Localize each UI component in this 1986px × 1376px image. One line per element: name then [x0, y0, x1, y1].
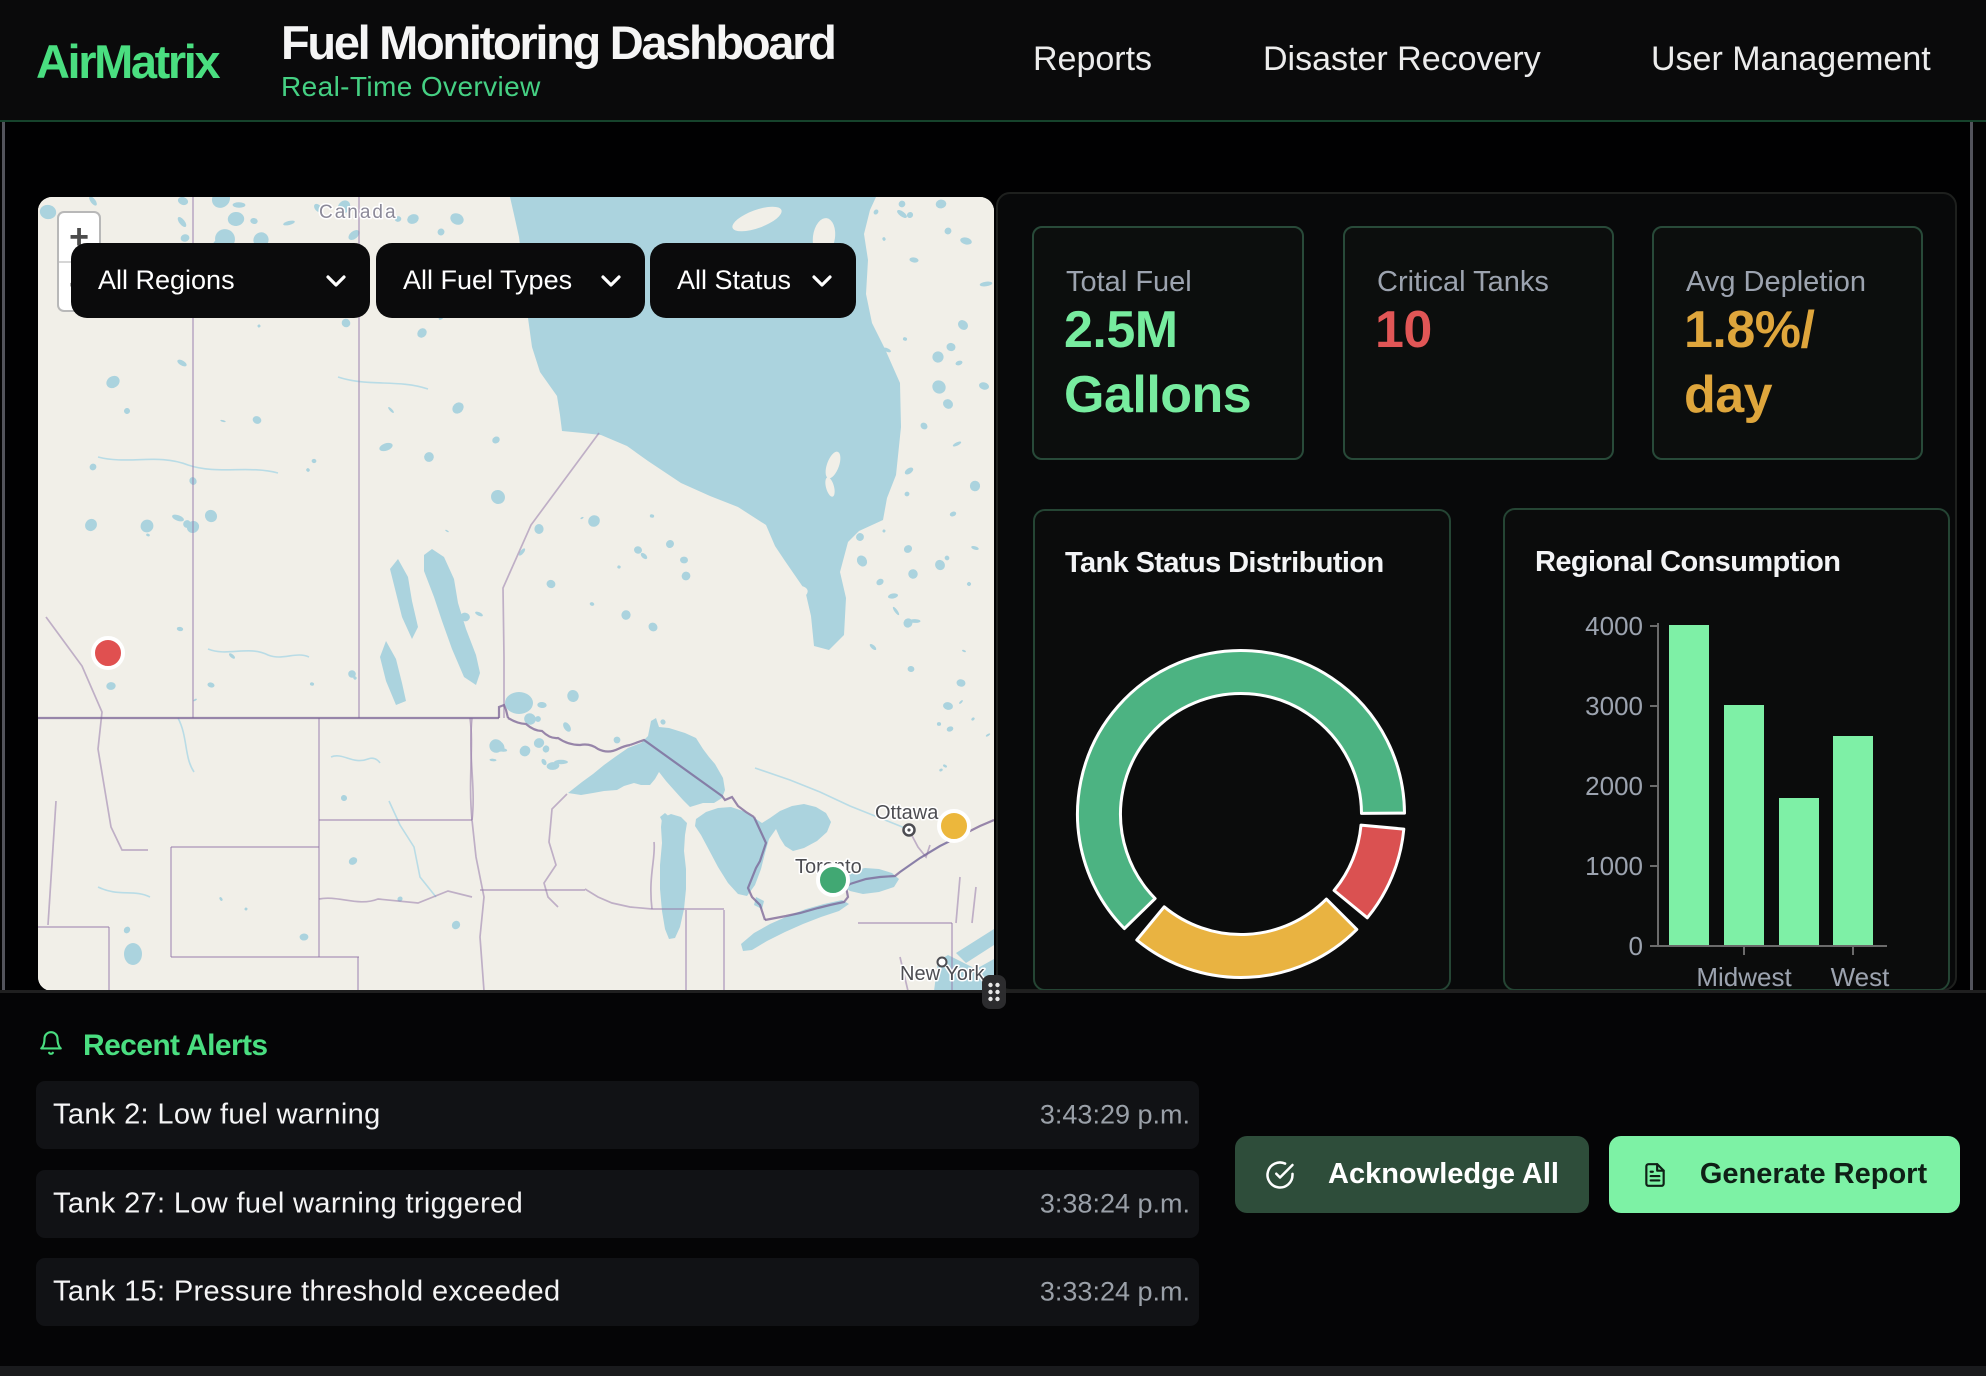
svg-text:Canada: Canada: [319, 202, 398, 223]
svg-text:3000: 3000: [1585, 691, 1643, 721]
svg-text:West: West: [1831, 962, 1891, 992]
svg-text:2000: 2000: [1585, 771, 1643, 801]
svg-text:4000: 4000: [1585, 611, 1643, 641]
svg-text:0: 0: [1629, 931, 1643, 961]
svg-text:Midwest: Midwest: [1696, 962, 1792, 992]
svg-text:Ottawa: Ottawa: [875, 802, 939, 824]
svg-text:1000: 1000: [1585, 851, 1643, 881]
